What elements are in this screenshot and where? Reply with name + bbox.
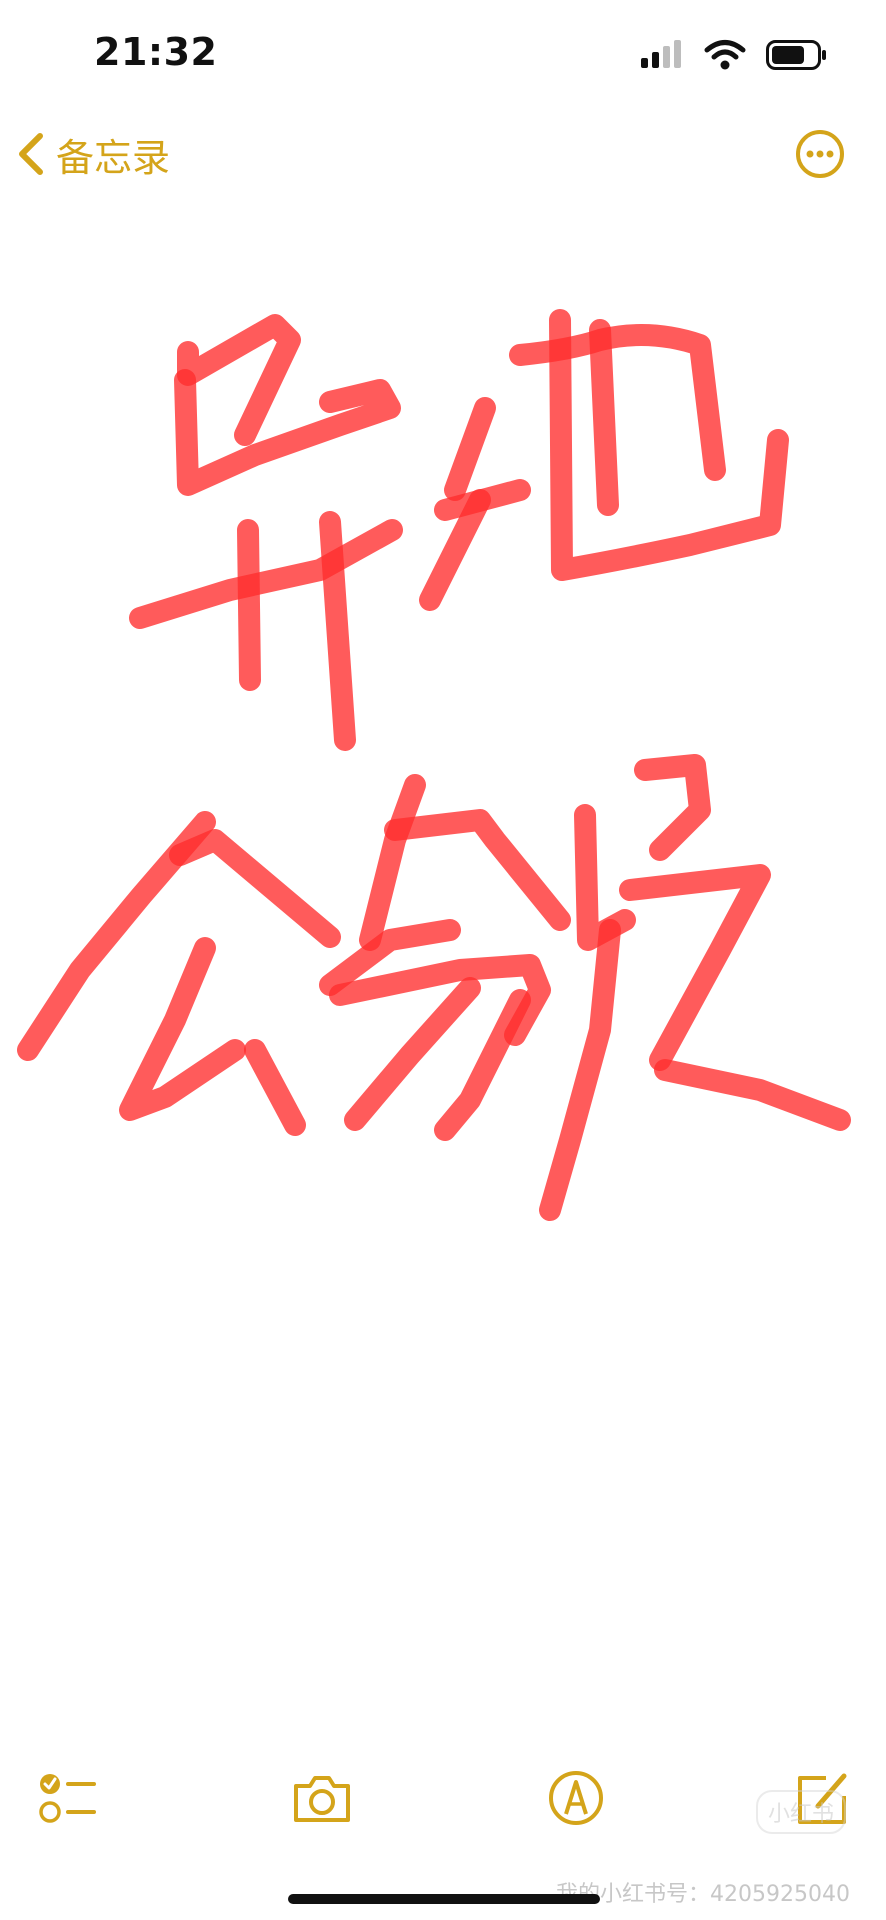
stroke — [444, 397, 496, 501]
stroke — [174, 369, 401, 496]
stroke — [177, 314, 301, 446]
stroke — [129, 519, 403, 629]
battery-icon — [766, 40, 826, 70]
markup-pen-icon[interactable] — [544, 1768, 608, 1828]
stroke — [509, 324, 726, 481]
stroke — [589, 319, 619, 516]
stroke — [634, 754, 711, 861]
status-icons — [640, 38, 828, 72]
back-label: 备忘录 — [56, 135, 171, 180]
stroke — [539, 919, 621, 1221]
stroke — [237, 519, 261, 691]
stroke — [384, 809, 571, 931]
stroke — [344, 977, 481, 1131]
stroke — [244, 1039, 306, 1136]
watermark-logo: 小红书 — [755, 1790, 846, 1834]
checklist-icon[interactable] — [36, 1768, 100, 1828]
bottom-toolbar — [0, 1740, 886, 1850]
stroke — [619, 864, 771, 1071]
stroke — [359, 774, 426, 951]
cellular-signal-icon — [641, 40, 681, 68]
camera-icon[interactable] — [290, 1768, 354, 1828]
watermark-text: 我的小红书号：4205925040 — [556, 1882, 850, 1907]
stroke — [654, 1059, 851, 1131]
handwriting-canvas[interactable] — [0, 240, 886, 1280]
stroke — [169, 829, 341, 948]
stroke — [319, 511, 356, 751]
back-button[interactable]: 备忘录 — [14, 124, 170, 184]
more-options-icon[interactable] — [794, 128, 846, 180]
stroke — [119, 937, 246, 1121]
home-indicator[interactable] — [288, 1894, 600, 1904]
chevron-left-icon — [19, 133, 43, 175]
status-bar: 21:32 — [0, 0, 886, 110]
status-time: 21:32 — [94, 30, 218, 74]
nav-bar: 备忘录 — [0, 110, 886, 200]
wifi-icon — [704, 40, 746, 70]
